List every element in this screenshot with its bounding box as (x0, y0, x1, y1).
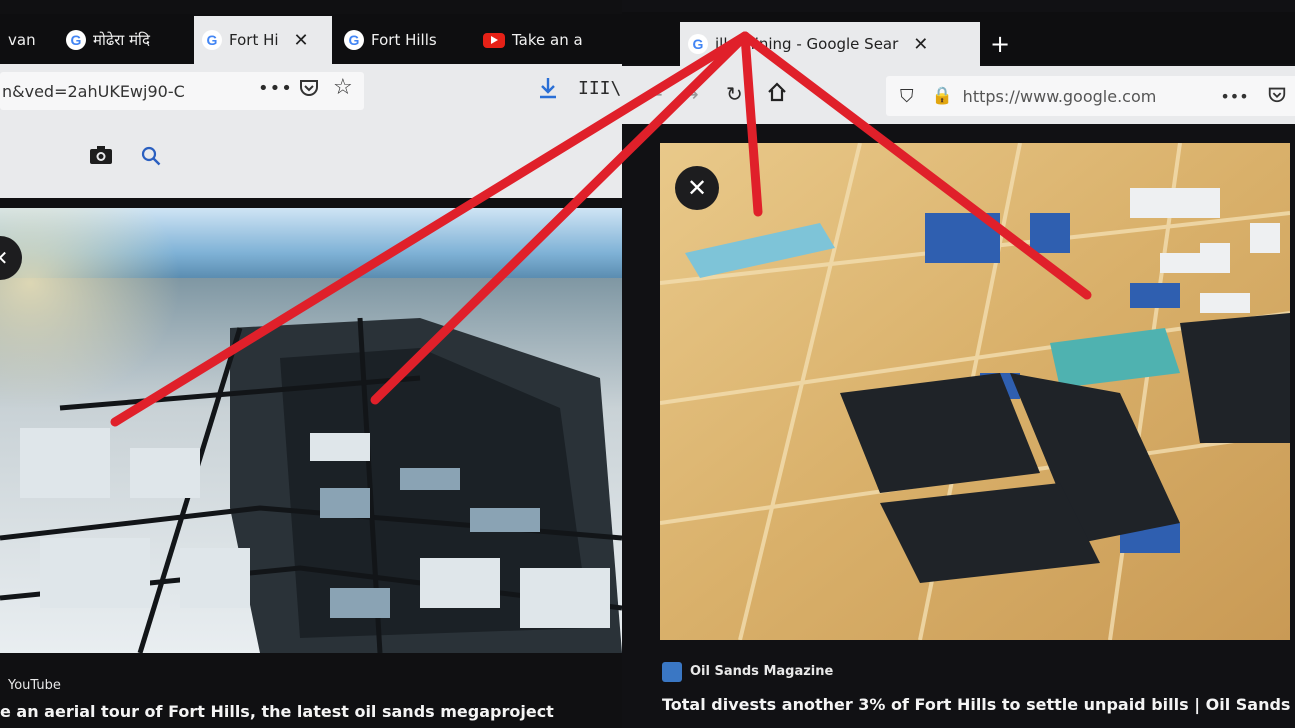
more-actions-icon[interactable]: ••• (1220, 87, 1248, 106)
camera-icon[interactable] (89, 145, 113, 170)
tab-label: ills mining - Google Sear (715, 35, 899, 53)
tab-google-search-active[interactable]: G ills mining - Google Sear ✕ (680, 22, 980, 66)
pocket-icon[interactable] (298, 76, 320, 103)
oil-sands-magazine-logo-icon (662, 662, 682, 682)
close-preview-icon[interactable]: ✕ (675, 166, 719, 210)
image-source: Oil Sands Magazine (690, 664, 834, 679)
tab-label: van (8, 31, 36, 49)
new-tab-icon[interactable]: + (990, 30, 1010, 58)
image-source: YouTube (8, 678, 61, 693)
shield-icon[interactable]: ⛉ (900, 86, 914, 107)
tab-label: Take an a (512, 31, 583, 49)
lock-warning-icon[interactable]: 🔒 (932, 86, 953, 106)
more-actions-icon[interactable]: ••• (258, 78, 293, 99)
download-icon[interactable] (537, 76, 559, 105)
tab-label: Fort Hills (371, 31, 437, 49)
bookmark-star-icon[interactable]: ☆ (333, 75, 353, 100)
google-icon: G (688, 34, 708, 54)
right-browser-window: G ills mining - Google Sear ✕ + ← → ↻ ⛉ … (622, 0, 1295, 728)
url-text: n&ved=2ahUKEwj90-C (2, 81, 185, 101)
left-browser-window: van G मोढेरा मंदि G Fort Hi ✕ G Fort Hil… (0, 0, 622, 728)
forward-icon[interactable]: → (682, 82, 699, 106)
google-icon: G (202, 30, 222, 50)
image-title[interactable]: Total divests another 3% of Fort Hills t… (662, 695, 1295, 714)
fort-hills-construction-image[interactable] (660, 143, 1290, 640)
fort-hills-aerial-image[interactable] (0, 208, 622, 653)
search-icon[interactable] (140, 145, 162, 172)
google-icon: G (66, 30, 86, 50)
tab-label: Fort Hi (229, 31, 279, 49)
url-text: https://www.google.com (962, 86, 1157, 106)
tab-fort-hills[interactable]: G Fort Hills (336, 16, 468, 64)
close-tab-icon[interactable]: ✕ (913, 34, 928, 55)
tab-modhera[interactable]: G मोढेरा मंदि (58, 16, 190, 64)
tab-take-an[interactable]: Take an a (475, 16, 615, 64)
tab-label: मोढेरा मंदि (93, 31, 150, 49)
home-icon[interactable] (766, 81, 788, 108)
back-icon[interactable]: ← (646, 82, 663, 106)
close-tab-icon[interactable]: ✕ (294, 30, 309, 51)
reload-icon[interactable]: ↻ (726, 82, 743, 106)
tab-van[interactable]: van (0, 16, 55, 64)
pocket-icon[interactable] (1267, 84, 1287, 108)
tab-fort-hills-active[interactable]: G Fort Hi ✕ (194, 16, 332, 64)
right-url-bar[interactable]: ⛉ 🔒 https://www.google.com ••• (886, 76, 1295, 116)
library-icon[interactable]: III\ (578, 78, 621, 99)
image-title[interactable]: e an aerial tour of Fort Hills, the late… (0, 702, 554, 721)
youtube-icon (483, 32, 505, 48)
google-icon: G (344, 30, 364, 50)
